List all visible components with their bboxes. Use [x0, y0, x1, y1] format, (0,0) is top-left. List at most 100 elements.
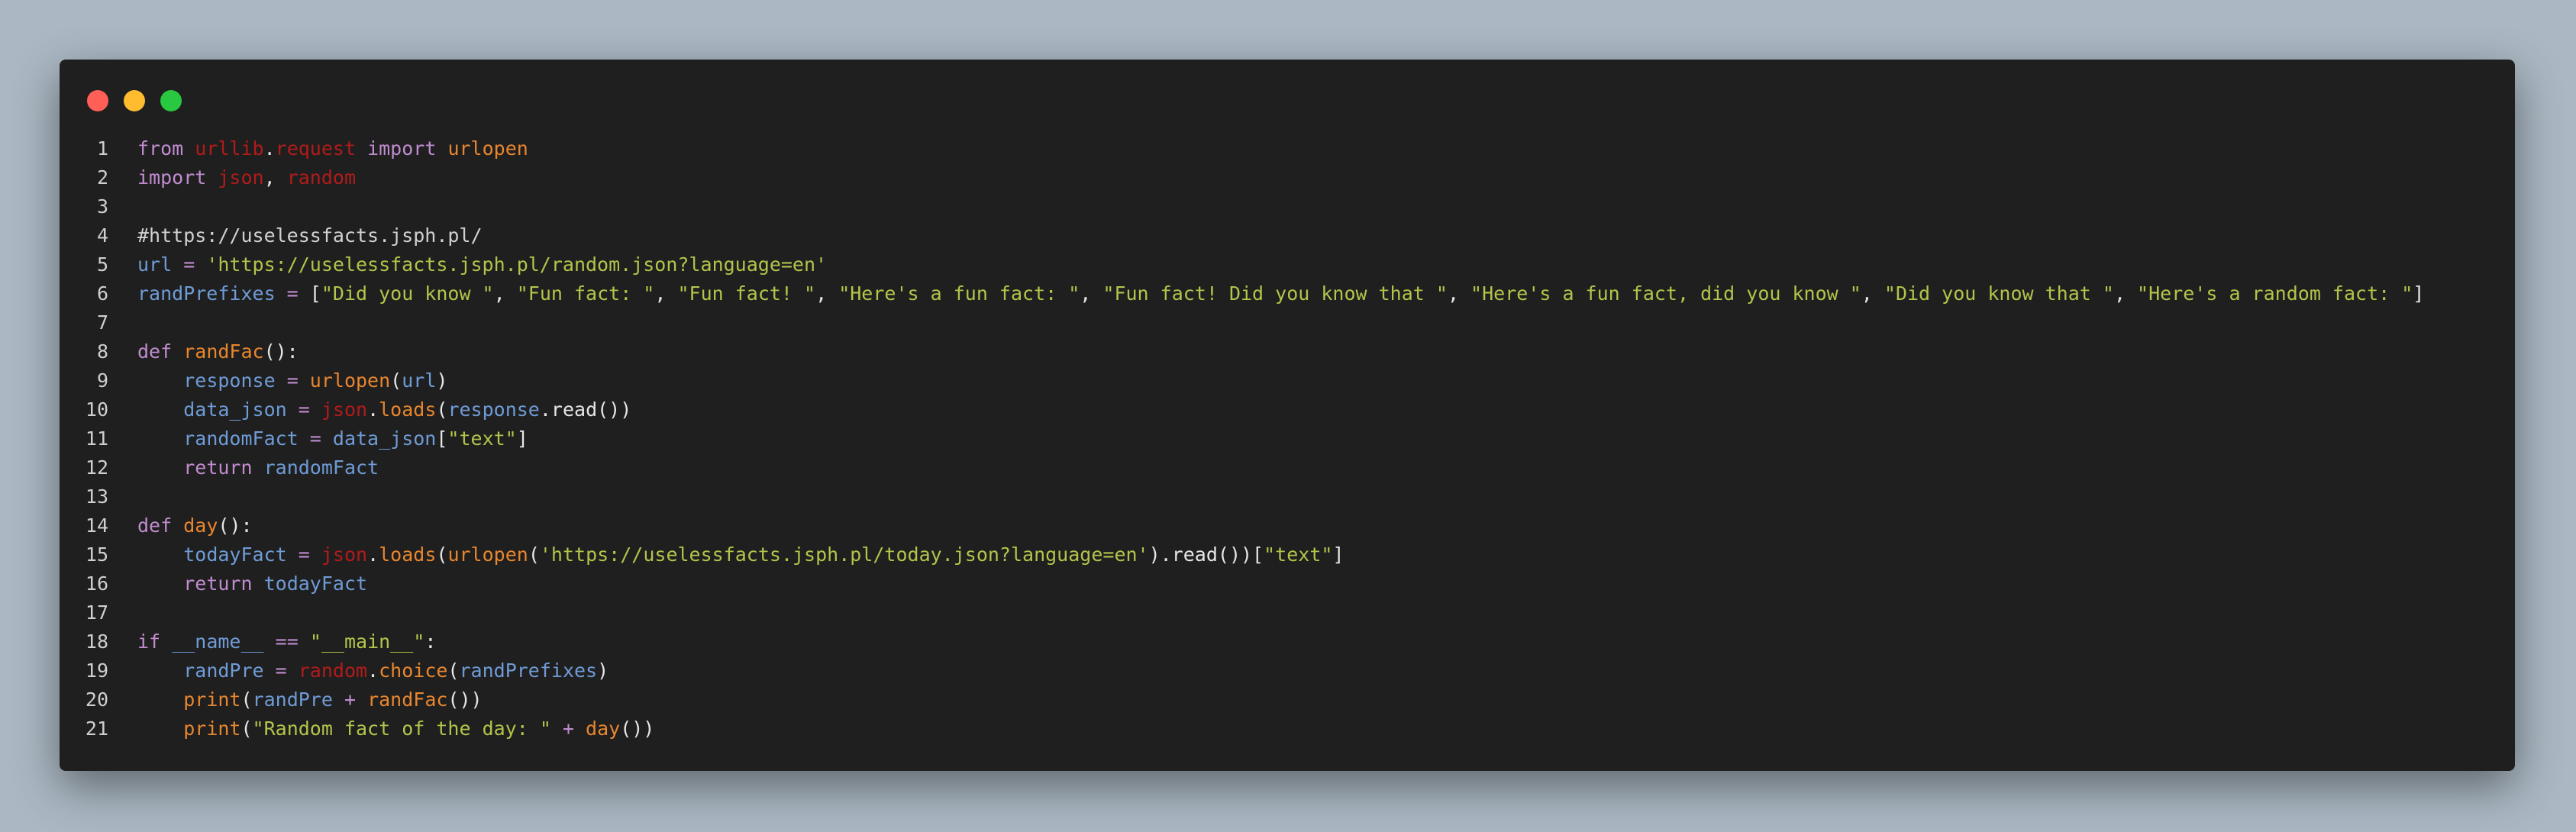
code-token: , — [654, 282, 678, 305]
code-token: randomFact — [183, 427, 299, 450]
line-content: def day(): — [137, 511, 253, 540]
code-token: = — [286, 398, 321, 421]
code-token: return — [183, 572, 253, 595]
code-token: def — [137, 514, 173, 537]
line-number: 16 — [85, 572, 108, 595]
code-token: "Did you know that " — [1884, 282, 2114, 305]
code-token: response — [183, 369, 276, 392]
code-token: ( — [436, 543, 448, 566]
code-token: "Random fact of the day: " — [252, 718, 551, 740]
code-token: ( — [436, 398, 448, 421]
minimize-button[interactable] — [124, 90, 145, 111]
code-token: day — [586, 718, 621, 740]
code-token: "text" — [447, 427, 517, 450]
code-token: 'https://uselessfacts.jsph.pl/today.json… — [539, 543, 1149, 566]
line-number: 5 — [96, 253, 108, 276]
code-line: 17 — [60, 598, 2515, 627]
code-token: randPrefixes — [137, 282, 276, 305]
code-token: . — [367, 398, 379, 421]
zoom-button[interactable] — [160, 90, 182, 111]
code-token: random — [298, 659, 368, 682]
code-line: 14 def day(): — [60, 511, 2515, 540]
code-line: 16 return todayFact — [60, 569, 2515, 598]
code-token: urlopen — [447, 137, 528, 160]
code-line: 19 randPre = random.choice(randPrefixes) — [60, 656, 2515, 685]
code-token: , — [263, 166, 287, 189]
code-token: "Fun fact! " — [677, 282, 816, 305]
code-token: todayFact — [183, 543, 287, 566]
line-number: 19 — [85, 659, 108, 682]
line-number: 7 — [96, 311, 108, 334]
line-content: randPrefixes = ["Did you know ", "Fun fa… — [137, 279, 2424, 308]
code-line: 6 randPrefixes = ["Did you know ", "Fun f… — [60, 279, 2515, 308]
line-number: 17 — [85, 601, 108, 624]
close-button[interactable] — [87, 90, 108, 111]
line-content: #https://uselessfacts.jsph.pl/ — [137, 221, 483, 250]
line-content: randPre = random.choice(randPrefixes) — [137, 656, 608, 685]
code-token: ()) — [447, 688, 483, 711]
code-token: random — [286, 166, 357, 189]
code-block[interactable]: 1 from urllib.request import urlopen 2 impo… — [60, 134, 2515, 743]
code-token: ) — [597, 659, 609, 682]
code-token: todayFact — [263, 572, 368, 595]
line-content: import json, random — [137, 163, 356, 192]
code-line: 8 def randFac(): — [60, 337, 2515, 366]
code-token: , — [1080, 282, 1103, 305]
code-token: loads — [379, 398, 437, 421]
code-token: = — [263, 659, 299, 682]
code-token: "Here's a fun fact, did you know " — [1470, 282, 1861, 305]
code-token: data_json — [183, 398, 287, 421]
code-token: ] — [516, 427, 528, 450]
code-token: randPrefixes — [459, 659, 598, 682]
code-token: "Did you know " — [321, 282, 494, 305]
code-line: 9 response = urlopen(url) — [60, 366, 2515, 395]
code-token: print — [183, 688, 241, 711]
line-number: 8 — [96, 340, 108, 363]
code-token: data_json — [332, 427, 437, 450]
line-content: url = 'https://uselessfacts.jsph.pl/rand… — [137, 250, 827, 279]
code-token: import — [367, 137, 437, 160]
code-line: 21 print("Random fact of the day: " + da… — [60, 714, 2515, 743]
code-line: 2 import json, random — [60, 163, 2515, 192]
code-token: urlopen — [447, 543, 528, 566]
code-token: loads — [379, 543, 437, 566]
code-token: , — [1861, 282, 1884, 305]
code-token: [ — [309, 282, 321, 305]
code-token: + — [332, 688, 368, 711]
line-number: 9 — [96, 369, 108, 392]
code-token: (): — [263, 340, 299, 363]
line-number: 12 — [85, 456, 108, 479]
code-token: "__main__" — [309, 630, 425, 653]
line-number: 3 — [96, 195, 108, 218]
code-token: print — [183, 718, 241, 740]
code-token: . — [367, 659, 379, 682]
code-line: 11 randomFact = data_json["text"] — [60, 424, 2515, 453]
line-content: if __name__ == "__main__": — [137, 627, 436, 656]
line-number: 11 — [85, 427, 108, 450]
code-token: ( — [240, 688, 253, 711]
code-token: randFac — [183, 340, 264, 363]
code-token: (): — [218, 514, 253, 537]
code-token: = — [298, 427, 333, 450]
code-line: 10 data_json = json.loads(response.read(… — [60, 395, 2515, 424]
line-content: from urllib.request import urlopen — [137, 134, 528, 163]
line-number: 18 — [85, 630, 108, 653]
code-token: json — [321, 543, 368, 566]
line-number: 21 — [85, 718, 108, 740]
code-line: 18 if __name__ == "__main__": — [60, 627, 2515, 656]
code-token: randFac — [367, 688, 448, 711]
